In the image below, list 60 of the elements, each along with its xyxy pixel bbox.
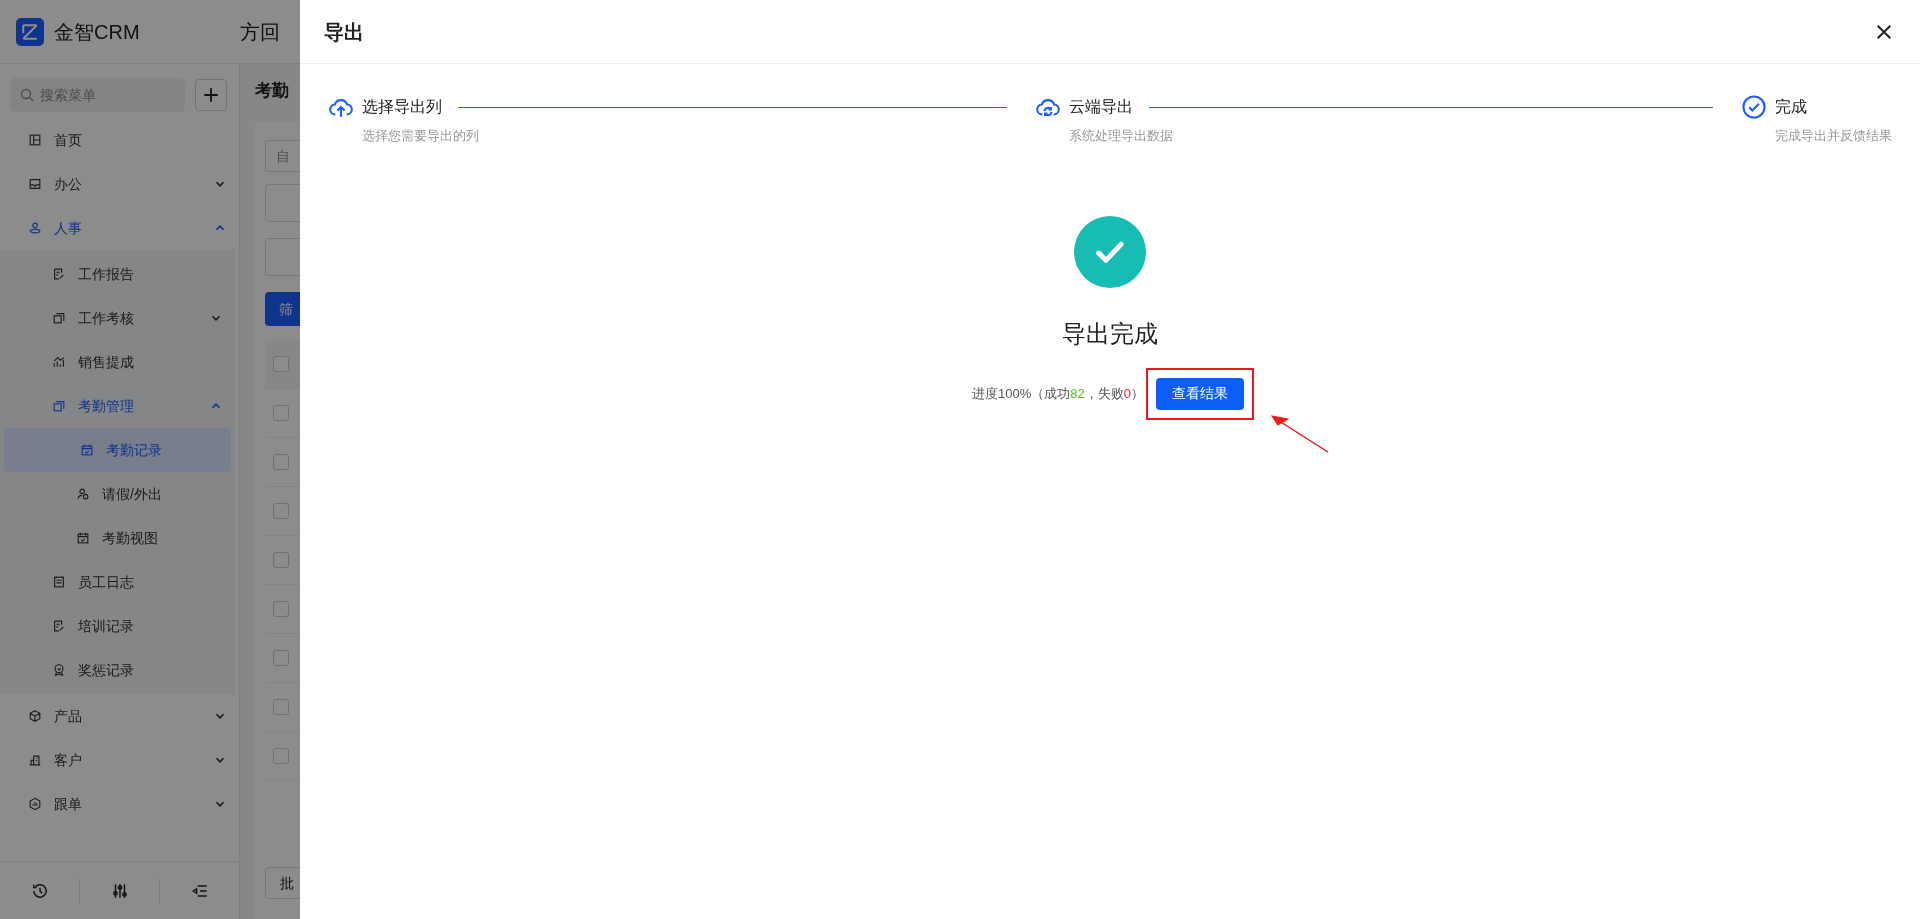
stack-icon: [52, 399, 66, 413]
logo-icon: [16, 17, 44, 46]
step-title: 完成: [1775, 97, 1807, 117]
person-icon: [28, 221, 42, 235]
checkbox[interactable]: [273, 748, 289, 764]
building-icon: [28, 753, 42, 767]
step-description: 系统处理导出数据: [1068, 127, 1173, 145]
calendar-icon: [76, 531, 90, 545]
hexagon-icon: [28, 797, 42, 811]
menu-item[interactable]: 跟单: [0, 782, 239, 826]
checkbox[interactable]: [273, 552, 289, 568]
notebook-icon: [52, 575, 66, 589]
checkbox[interactable]: [273, 405, 289, 421]
step-title: 云端导出: [1068, 97, 1133, 117]
checkbox[interactable]: [273, 650, 289, 666]
menu-item[interactable]: 人事: [0, 206, 239, 250]
checkbox[interactable]: [273, 356, 289, 372]
document-icon: [52, 267, 66, 281]
sliders-icon: [110, 881, 129, 900]
tray-icon: [28, 177, 42, 191]
result-title: 导出完成: [1062, 318, 1158, 349]
checkbox[interactable]: [273, 454, 289, 470]
app-name: 金智CRM: [54, 19, 141, 45]
calendar-icon: [80, 443, 94, 457]
menu-item[interactable]: 员工日志: [0, 560, 235, 604]
checkbox[interactable]: [273, 601, 289, 617]
step-description: 选择您需要导出的列: [362, 127, 479, 145]
menu-item[interactable]: 工作考核: [0, 296, 235, 340]
view-results-button[interactable]: 查看结果: [1155, 377, 1244, 410]
step-description: 完成导出并反馈结果: [1775, 127, 1892, 145]
history-icon: [30, 881, 49, 900]
plus-icon: [202, 86, 220, 104]
menu-item[interactable]: 销售提成: [0, 340, 235, 384]
menu-item[interactable]: 请假/外出: [0, 472, 235, 516]
menu-item[interactable]: 培训记录: [0, 604, 235, 648]
layout-icon: [28, 133, 42, 147]
cube-icon: [28, 709, 42, 723]
menu-item[interactable]: 首页: [0, 118, 239, 162]
people-icon: [76, 487, 90, 501]
medal-icon: [52, 663, 66, 677]
menu-item[interactable]: 考勤记录: [4, 428, 231, 472]
menu-item[interactable]: 考勤视图: [0, 516, 235, 560]
header-title: 方回: [240, 19, 280, 45]
menu-item[interactable]: 产品: [0, 694, 239, 738]
drawer-title: 导出: [324, 19, 364, 45]
menu-item[interactable]: 考勤管理: [0, 384, 235, 428]
document-icon: [52, 619, 66, 633]
search-icon: [19, 87, 35, 103]
menu-item[interactable]: 奖惩记录: [0, 648, 235, 692]
menu-item[interactable]: 客户: [0, 738, 239, 782]
page-title: 考勤: [255, 80, 289, 102]
checkbox[interactable]: [273, 699, 289, 715]
menu-item[interactable]: 工作报告: [0, 252, 235, 296]
progress-text: 进度100%（成功82，失败0）: [972, 384, 1144, 403]
stack-icon: [52, 311, 66, 325]
chart-icon: [52, 355, 66, 369]
add-button[interactable]: [195, 79, 227, 111]
step-title: 选择导出列: [362, 97, 442, 117]
checkbox[interactable]: [273, 503, 289, 519]
menu-item[interactable]: 办公: [0, 162, 239, 206]
